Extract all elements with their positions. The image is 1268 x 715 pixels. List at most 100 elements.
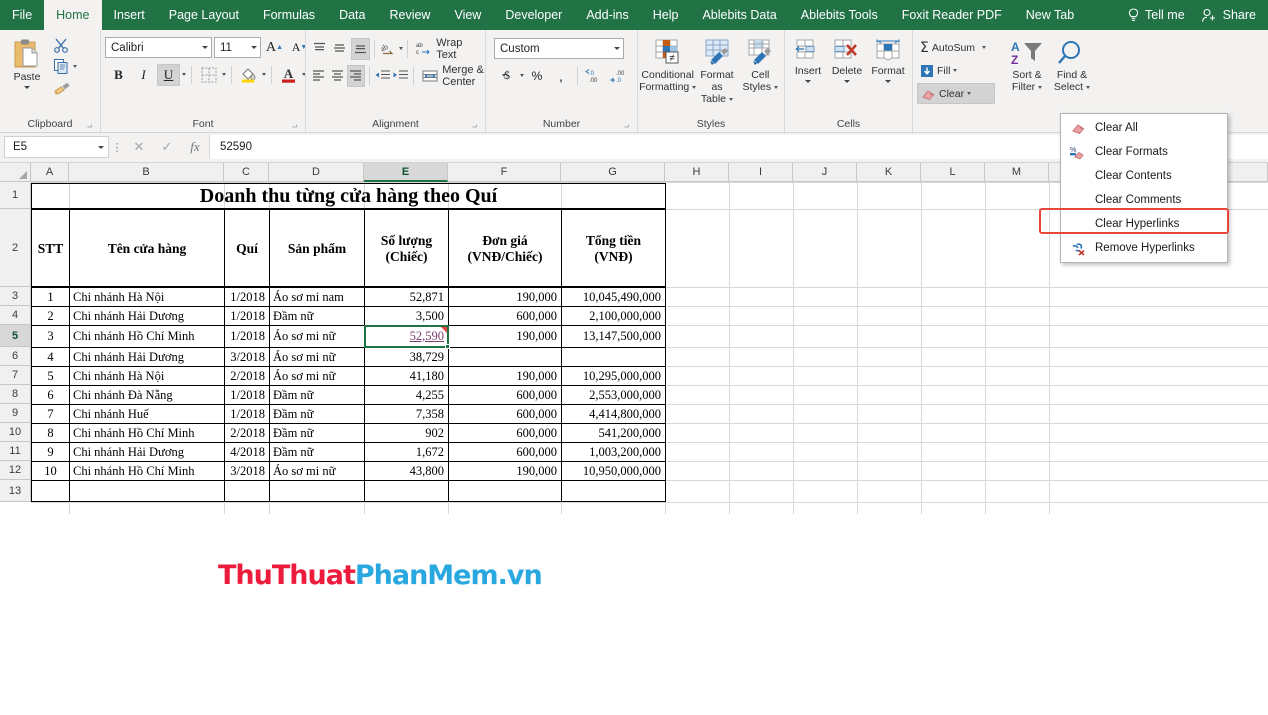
menu-item-clear-comments[interactable]: Clear Comments bbox=[1061, 188, 1227, 212]
cell-C8[interactable]: 1/2018 bbox=[225, 386, 269, 404]
menu-item-clear-contents[interactable]: Clear Contents bbox=[1061, 164, 1227, 188]
header-total[interactable]: Tổng tiền (VNĐ) bbox=[562, 210, 665, 287]
menu-item-clear-hyperlinks[interactable]: Clear Hyperlinks bbox=[1039, 208, 1229, 236]
cell-G3[interactable]: 10,045,490,000 bbox=[562, 288, 665, 306]
name-box[interactable]: E5 bbox=[4, 136, 109, 158]
format-as-table-button[interactable]: Format as Table bbox=[694, 36, 740, 107]
fill-handle[interactable] bbox=[445, 344, 450, 349]
cell-G5[interactable]: 13,147,500,000 bbox=[562, 326, 665, 347]
row-header-6[interactable]: 6 bbox=[0, 347, 31, 366]
align-bottom-button[interactable] bbox=[350, 37, 371, 60]
cell-D8[interactable]: Đầm nữ bbox=[270, 386, 364, 404]
cell-C4[interactable]: 1/2018 bbox=[225, 307, 269, 325]
cell-F11[interactable]: 600,000 bbox=[449, 443, 561, 461]
cell-C7[interactable]: 2/2018 bbox=[225, 367, 269, 385]
bold-button[interactable]: B bbox=[107, 64, 130, 86]
tab-new-tab[interactable]: New Tab bbox=[1014, 0, 1086, 30]
cell-F8[interactable]: 600,000 bbox=[449, 386, 561, 404]
column-header-K[interactable]: K bbox=[857, 163, 921, 182]
cell-F12[interactable]: 190,000 bbox=[449, 462, 561, 480]
clear-caret[interactable] bbox=[967, 92, 972, 95]
cell-E10[interactable]: 902 bbox=[365, 424, 448, 442]
cell-E4[interactable]: 3,500 bbox=[365, 307, 448, 325]
wrap-text-button[interactable]: ab c Wrap Text bbox=[412, 37, 481, 61]
cell-A4[interactable]: 2 bbox=[32, 307, 69, 325]
tab-help[interactable]: Help bbox=[641, 0, 691, 30]
format-painter-button[interactable] bbox=[50, 77, 80, 97]
header-store-name[interactable]: Tên cửa hàng bbox=[70, 210, 224, 287]
currency-format-button[interactable]: $ bbox=[496, 65, 518, 87]
fill-button[interactable]: Fill bbox=[917, 60, 1005, 81]
row-header-4[interactable]: 4 bbox=[0, 306, 31, 325]
align-left-button[interactable] bbox=[310, 65, 327, 87]
format-as-table-caret[interactable] bbox=[729, 97, 734, 101]
tab-ablebits-data[interactable]: Ablebits Data bbox=[690, 0, 788, 30]
italic-button[interactable]: I bbox=[132, 64, 155, 86]
cell-G11[interactable]: 1,003,200,000 bbox=[562, 443, 665, 461]
column-header-H[interactable]: H bbox=[665, 163, 729, 182]
row-header-9[interactable]: 9 bbox=[0, 404, 31, 423]
insert-function-button[interactable]: fx bbox=[181, 136, 209, 158]
cut-button[interactable] bbox=[50, 35, 80, 55]
row-header-10[interactable]: 10 bbox=[0, 423, 31, 442]
underline-dropdown-caret[interactable] bbox=[182, 73, 186, 76]
cell-D4[interactable]: Đầm nữ bbox=[270, 307, 364, 325]
cell-F9[interactable]: 600,000 bbox=[449, 405, 561, 423]
cell-C12[interactable]: 3/2018 bbox=[225, 462, 269, 480]
cell-D3[interactable]: Áo sơ mi nam bbox=[270, 288, 364, 306]
align-top-button[interactable] bbox=[310, 38, 329, 60]
cell-B10[interactable]: Chi nhánh Hồ Chí Minh bbox=[70, 424, 224, 442]
tab-formulas[interactable]: Formulas bbox=[251, 0, 327, 30]
tab-view[interactable]: View bbox=[442, 0, 493, 30]
cell-B8[interactable]: Chi nhánh Đà Nẵng bbox=[70, 386, 224, 404]
cell-G7[interactable]: 10,295,000,000 bbox=[562, 367, 665, 385]
cell-C10[interactable]: 2/2018 bbox=[225, 424, 269, 442]
row-header-12[interactable]: 12 bbox=[0, 461, 31, 480]
find-select-caret[interactable] bbox=[1086, 85, 1091, 89]
cell-A3[interactable]: 1 bbox=[32, 288, 69, 306]
underline-button[interactable]: U bbox=[157, 63, 180, 86]
cell-G8[interactable]: 2,553,000,000 bbox=[562, 386, 665, 404]
font-size-combo[interactable]: 11 bbox=[214, 37, 261, 58]
header-unit-price[interactable]: Đơn giá (VNĐ/Chiếc) bbox=[449, 210, 561, 287]
column-header-M[interactable]: M bbox=[985, 163, 1049, 182]
header-quantity[interactable]: Số lượng (Chiếc) bbox=[365, 210, 448, 287]
tab-insert[interactable]: Insert bbox=[102, 0, 157, 30]
row-header-2[interactable]: 2 bbox=[0, 209, 31, 287]
tab-developer[interactable]: Developer bbox=[493, 0, 574, 30]
cell-F5[interactable]: 190,000 bbox=[449, 326, 561, 347]
cell-B11[interactable]: Chi nhánh Hải Dương bbox=[70, 443, 224, 461]
font-name-caret[interactable] bbox=[202, 46, 208, 49]
increase-decimal-button[interactable]: .0.00 bbox=[583, 65, 605, 87]
cell-D7[interactable]: Áo sơ mi nữ bbox=[270, 367, 364, 385]
menu-item-clear-all[interactable]: Clear All bbox=[1061, 116, 1227, 140]
font-name-combo[interactable]: Calibri bbox=[105, 37, 212, 58]
cell-G6[interactable] bbox=[562, 348, 665, 366]
row-header-8[interactable]: 8 bbox=[0, 385, 31, 404]
grow-font-button[interactable]: A ▲ bbox=[263, 37, 286, 59]
cell-E7[interactable]: 41,180 bbox=[365, 367, 448, 385]
sort-filter-caret[interactable] bbox=[1038, 85, 1043, 89]
sheet-title[interactable]: Doanh thu từng cửa hàng theo Quí bbox=[32, 184, 665, 209]
cell-B3[interactable]: Chi nhánh Hà Nội bbox=[70, 288, 224, 306]
cell-E3[interactable]: 52,871 bbox=[365, 288, 448, 306]
insert-cells-button[interactable]: Insert bbox=[789, 36, 827, 85]
cell-styles-caret[interactable] bbox=[774, 85, 779, 89]
decrease-indent-button[interactable] bbox=[374, 65, 391, 87]
cell-E9[interactable]: 7,358 bbox=[365, 405, 448, 423]
copy-dropdown-caret[interactable] bbox=[73, 64, 77, 68]
orientation-caret[interactable] bbox=[399, 47, 404, 50]
column-header-G[interactable]: G bbox=[561, 163, 665, 182]
tab-home[interactable]: Home bbox=[44, 0, 102, 30]
number-dialog-launcher[interactable] bbox=[622, 122, 631, 131]
cell-D10[interactable]: Đầm nữ bbox=[270, 424, 364, 442]
font-size-caret[interactable] bbox=[251, 46, 257, 49]
tab-ablebits-tools[interactable]: Ablebits Tools bbox=[789, 0, 890, 30]
borders-button[interactable] bbox=[197, 64, 220, 86]
column-header-F[interactable]: F bbox=[448, 163, 561, 182]
cell-B9[interactable]: Chi nhánh Huế bbox=[70, 405, 224, 423]
cell-A8[interactable]: 6 bbox=[32, 386, 69, 404]
row-header-13[interactable]: 13 bbox=[0, 480, 31, 502]
number-format-combo[interactable]: Custom bbox=[494, 38, 624, 59]
orientation-button[interactable]: ab bbox=[379, 38, 398, 60]
